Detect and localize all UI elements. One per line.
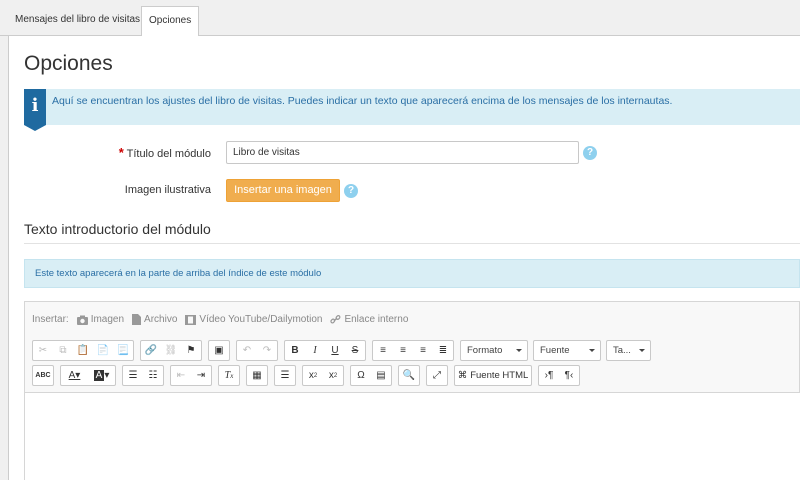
link-icon bbox=[330, 315, 341, 324]
caret-down-icon bbox=[589, 349, 595, 352]
info-icon: i bbox=[24, 89, 46, 131]
unlink-icon[interactable]: ⛓ bbox=[161, 341, 181, 360]
editor-content-area[interactable] bbox=[25, 392, 800, 480]
insert-bar: Insertar: Imagen Archivo Vídeo YouTube/D… bbox=[32, 314, 408, 325]
copy-icon[interactable]: ⧉ bbox=[53, 341, 73, 360]
table-icon[interactable]: ▦ bbox=[247, 366, 267, 385]
insert-file[interactable]: Archivo bbox=[132, 314, 177, 325]
indent-group: ⇤ ⇥ bbox=[170, 365, 212, 386]
section-info-text: Este texto aparecerá en la parte de arri… bbox=[35, 268, 322, 279]
toolbar-row-2: ABC A▾ A ▾ ☰ ☷ ⇤ ⇥ Tx ▦ ☰ x2 x2 Ω ▤ 🔍 ⤢ … bbox=[32, 365, 586, 386]
module-title-label: * Título del módulo bbox=[118, 145, 211, 160]
camera-icon bbox=[76, 315, 88, 325]
superscript-icon[interactable]: x2 bbox=[323, 366, 343, 385]
remove-format-icon[interactable]: Tx bbox=[219, 366, 239, 385]
source-group: ⌘ Fuente HTML bbox=[454, 365, 532, 386]
insert-image[interactable]: Imagen bbox=[76, 314, 124, 325]
rich-text-editor: Insertar: Imagen Archivo Vídeo YouTube/D… bbox=[24, 301, 800, 480]
preview-icon[interactable]: 🔍 bbox=[399, 366, 419, 385]
bold-icon[interactable]: B bbox=[285, 341, 305, 360]
format-dropdown[interactable]: Formato bbox=[460, 340, 528, 361]
undo-icon[interactable]: ↶ bbox=[237, 341, 257, 360]
maximize-icon[interactable]: ⤢ bbox=[427, 366, 447, 385]
section-title: Texto introductorio del módulo bbox=[24, 221, 211, 237]
horizontal-rule-icon[interactable]: ☰ bbox=[275, 366, 295, 385]
help-icon[interactable]: ? bbox=[344, 184, 358, 198]
image-label: Imagen ilustrativa bbox=[124, 184, 211, 196]
source-icon: ⌘ bbox=[457, 370, 468, 381]
hr-group: ☰ bbox=[274, 365, 296, 386]
info-message: Aquí se encuentran los ajustes del libro… bbox=[52, 95, 673, 107]
underline-icon[interactable]: U bbox=[325, 341, 345, 360]
iframe-icon[interactable]: ▤ bbox=[371, 366, 391, 385]
numbered-list-icon[interactable]: ☷ bbox=[143, 366, 163, 385]
anchor-icon[interactable]: ⚑ bbox=[181, 341, 201, 360]
caret-down-icon bbox=[639, 349, 645, 352]
direction-group: ›¶ ¶‹ bbox=[538, 365, 580, 386]
maximize-group: ⤢ bbox=[426, 365, 448, 386]
script-group: x2 x2 bbox=[302, 365, 344, 386]
tab-guestbook-messages[interactable]: Mensajes del libro de visitas bbox=[8, 6, 147, 36]
caret-down-icon bbox=[516, 349, 522, 352]
rtl-icon[interactable]: ¶‹ bbox=[559, 366, 579, 385]
info-box: i Aquí se encuentran los ajustes del lib… bbox=[24, 89, 800, 131]
paste-text-icon[interactable]: 📄 bbox=[93, 341, 113, 360]
link-group: 🔗 ⛓ ⚑ bbox=[140, 340, 202, 361]
tab-options[interactable]: Opciones bbox=[141, 6, 200, 37]
strikethrough-icon[interactable]: S bbox=[345, 341, 365, 360]
spellcheck-icon[interactable]: ABC bbox=[33, 366, 53, 385]
indent-icon[interactable]: ⇥ bbox=[191, 366, 211, 385]
help-icon[interactable]: ? bbox=[583, 146, 597, 160]
color-group: A▾ A ▾ bbox=[60, 365, 116, 386]
paste-icon[interactable]: 📋 bbox=[73, 341, 93, 360]
tab-bar: Mensajes del libro de visitas Opciones bbox=[0, 0, 800, 37]
ltr-icon[interactable]: ›¶ bbox=[539, 366, 559, 385]
outdent-icon[interactable]: ⇤ bbox=[171, 366, 191, 385]
spellcheck-group: ABC bbox=[32, 365, 54, 386]
bg-color-icon[interactable]: A ▾ bbox=[88, 366, 115, 385]
align-right-icon[interactable]: ≡ bbox=[413, 341, 433, 360]
redo-icon[interactable]: ↷ bbox=[257, 341, 277, 360]
insert-image-button[interactable]: Insertar una imagen bbox=[226, 179, 340, 202]
table-group: ▦ bbox=[246, 365, 268, 386]
cut-icon[interactable]: ✂ bbox=[33, 341, 53, 360]
align-left-icon[interactable]: ≡ bbox=[373, 341, 393, 360]
section-info-box: Este texto aparecerá en la parte de arri… bbox=[24, 259, 800, 288]
paste-word-icon[interactable]: 📃 bbox=[113, 341, 133, 360]
clipboard-group: ✂ ⧉ 📋 📄 📃 bbox=[32, 340, 134, 361]
link-icon[interactable]: 🔗 bbox=[141, 341, 161, 360]
image-icon[interactable]: ▣ bbox=[209, 341, 229, 360]
toolbar-row-1: ✂ ⧉ 📋 📄 📃 🔗 ⛓ ⚑ ▣ ↶ ↷ B I U S ≡ ≡ ≡ ≣ Fo… bbox=[32, 340, 656, 361]
history-group: ↶ ↷ bbox=[236, 340, 278, 361]
film-icon bbox=[185, 314, 197, 325]
text-color-icon[interactable]: A▾ bbox=[61, 366, 88, 385]
subscript-icon[interactable]: x2 bbox=[303, 366, 323, 385]
insert-internal-link[interactable]: Enlace interno bbox=[330, 314, 408, 325]
align-group: ≡ ≡ ≡ ≣ bbox=[372, 340, 454, 361]
source-html-button[interactable]: ⌘ Fuente HTML bbox=[455, 366, 531, 385]
list-group: ☰ ☷ bbox=[122, 365, 164, 386]
size-dropdown[interactable]: Ta... bbox=[606, 340, 651, 361]
bulleted-list-icon[interactable]: ☰ bbox=[123, 366, 143, 385]
clear-format-group: Tx bbox=[218, 365, 240, 386]
insert-label: Insertar: bbox=[32, 314, 69, 325]
module-title-input[interactable] bbox=[226, 141, 579, 164]
divider bbox=[24, 243, 800, 244]
text-style-group: B I U S bbox=[284, 340, 366, 361]
insert-video[interactable]: Vídeo YouTube/Dailymotion bbox=[185, 314, 322, 325]
font-dropdown[interactable]: Fuente bbox=[533, 340, 601, 361]
omega-icon[interactable]: Ω bbox=[351, 366, 371, 385]
image-group: ▣ bbox=[208, 340, 230, 361]
justify-icon[interactable]: ≣ bbox=[433, 341, 453, 360]
special-char-group: Ω ▤ bbox=[350, 365, 392, 386]
page-title: Opciones bbox=[24, 52, 113, 75]
file-icon bbox=[132, 314, 142, 325]
align-center-icon[interactable]: ≡ bbox=[393, 341, 413, 360]
preview-group: 🔍 bbox=[398, 365, 420, 386]
italic-icon[interactable]: I bbox=[305, 341, 325, 360]
required-asterisk: * bbox=[118, 145, 124, 160]
